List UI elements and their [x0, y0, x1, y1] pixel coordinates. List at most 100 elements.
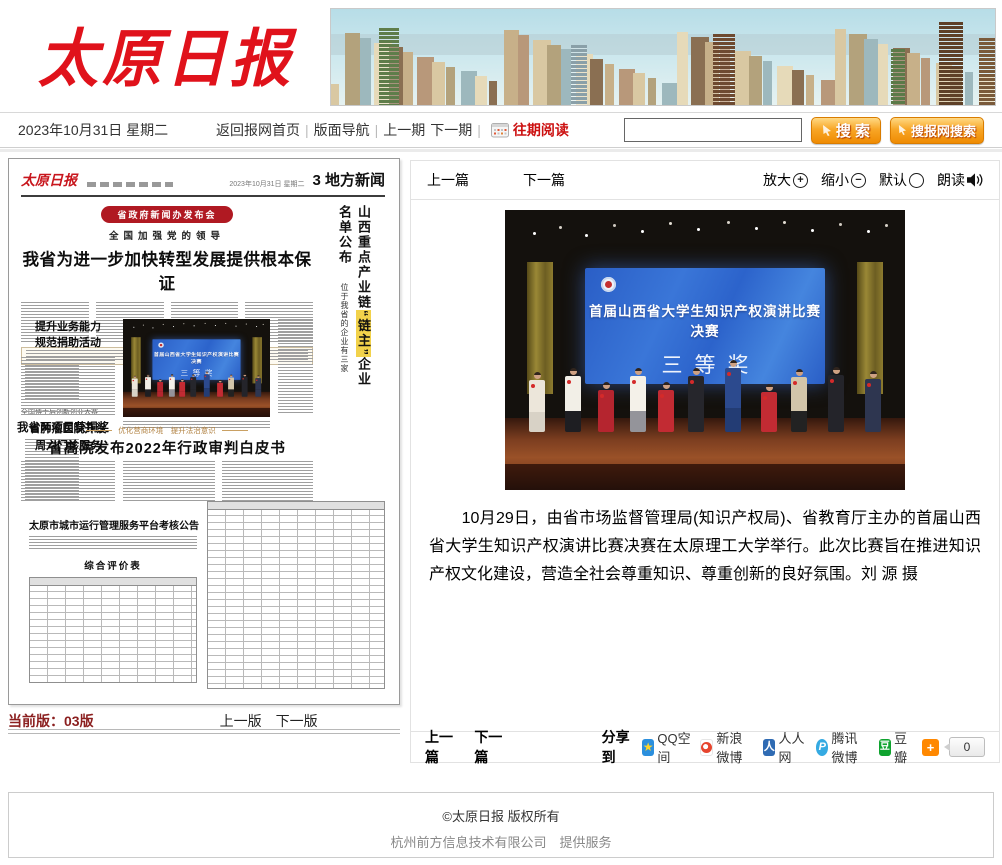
body-text-placeholder	[21, 461, 115, 503]
body-text-placeholder	[21, 357, 115, 415]
person-figure	[529, 372, 545, 432]
court-headline: 省高院发布2022年行政审判白皮书	[21, 437, 313, 458]
next-page-link[interactable]: 下一版	[276, 711, 318, 731]
speaker-icon	[967, 173, 983, 187]
zoom-in-control[interactable]: 放大+	[763, 170, 808, 190]
renren-label: 人人网	[778, 728, 807, 766]
lead-headline: 我省为进一步加快转型发展提供根本保证	[21, 246, 313, 294]
building-shape	[489, 81, 497, 105]
next-article-link-bottom[interactable]: 下一篇	[474, 727, 505, 767]
press-conference-badge: 省政府新闻办发布会	[101, 206, 232, 223]
building-shape	[835, 29, 846, 105]
building-shape	[360, 38, 371, 105]
next-article-link[interactable]: 下一篇	[523, 170, 565, 190]
person-figure	[145, 374, 151, 396]
person-figure	[791, 369, 807, 432]
paper-photo-thumbnail: 首届山西省大学生知识产权演讲比赛决赛 三等奖	[123, 319, 270, 417]
copyright-line: ©太原日报 版权所有	[9, 806, 993, 825]
article-body-text: 10月29日，由省市场监督管理局(知识产权局)、省教育厅主办的首届山西省大学生知…	[411, 495, 999, 589]
page-footer: ©太原日报 版权所有 杭州前方信息技术有限公司 提供服务	[8, 792, 994, 858]
court-body-columns	[123, 461, 313, 503]
building-shape	[590, 59, 603, 105]
paper-page-number: 3 地方新闻	[312, 169, 385, 190]
archive-link[interactable]: 往期阅读	[491, 120, 569, 140]
search-button[interactable]: 搜 索	[811, 117, 881, 144]
person-figure	[157, 379, 163, 397]
building-shape	[518, 35, 529, 105]
paper-issue-date: 2023年10月31日 星期二	[229, 179, 304, 189]
contestants-group	[505, 210, 905, 490]
building-shape	[345, 33, 360, 105]
share-tencent-weibo[interactable]: P腾讯微博	[816, 728, 870, 766]
biz-headline: 提升业务能力规范捐助活动	[21, 319, 115, 351]
landmark-building-shape	[939, 22, 963, 105]
zoom-in-label: 放大	[763, 170, 791, 190]
building-shape	[763, 61, 772, 105]
person-figure	[828, 367, 844, 432]
prev-issue-link[interactable]: 上一期	[383, 120, 425, 140]
building-shape	[864, 39, 878, 105]
share-more[interactable]: +	[922, 739, 939, 756]
paper-logo: 太原日报	[21, 170, 77, 190]
zoom-reset-label: 默认	[879, 170, 907, 190]
share-sina-weibo[interactable]: 新浪微博	[700, 728, 754, 766]
separator: |	[375, 122, 379, 138]
person-figure	[565, 368, 581, 432]
contestants-group	[123, 319, 270, 417]
share-count[interactable]: 0	[949, 737, 985, 757]
evaluation-table	[29, 577, 197, 683]
evaluation-table-title: 综合评价表	[29, 558, 197, 572]
home-link[interactable]: 返回报网首页	[216, 120, 300, 140]
person-figure	[217, 380, 223, 397]
search-input[interactable]	[624, 118, 802, 142]
next-issue-link[interactable]: 下一期	[430, 120, 472, 140]
building-shape	[677, 32, 688, 105]
building-shape	[648, 78, 656, 105]
building-shape	[504, 30, 519, 105]
person-figure	[204, 372, 210, 397]
double-rule	[8, 729, 400, 734]
sina-weibo-icon	[700, 739, 713, 756]
newspaper-page-thumbnail[interactable]: 太原日报 2023年10月31日 星期二 3 地方新闻 省政府新闻办发布会 全国…	[8, 158, 400, 705]
person-figure	[865, 371, 881, 432]
pointer-icon	[898, 125, 907, 135]
zoom-out-label: 缩小	[821, 170, 849, 190]
prev-article-link[interactable]: 上一篇	[427, 170, 469, 190]
article-photo: 首届山西省大学生知识产权演讲比赛决赛 三等奖	[123, 319, 270, 417]
qzone-label: QQ空间	[657, 728, 691, 766]
share-renren[interactable]: 人人人网	[763, 728, 807, 766]
article-photo: 首届山西省大学生知识产权演讲比赛决赛 三等奖	[505, 210, 905, 490]
article-panel: 上一篇 下一篇 放大+ 缩小− 默认 朗读 首届山西省大学生知识产权演讲比赛决赛…	[410, 160, 1000, 763]
share-douban[interactable]: 豆豆瓣	[879, 728, 913, 766]
city-skyline-banner	[330, 8, 996, 106]
building-shape	[921, 58, 930, 105]
person-figure	[132, 376, 138, 397]
body-text-placeholder	[29, 536, 197, 550]
building-shape	[662, 83, 677, 105]
current-page-row: 当前版：03版 上一版 下一版	[8, 711, 400, 731]
prev-page-link[interactable]: 上一版	[220, 711, 262, 731]
building-shape	[633, 73, 645, 105]
body-text-placeholder	[278, 319, 313, 415]
body-text-placeholder	[123, 461, 215, 503]
zoom-reset-control[interactable]: 默认	[879, 170, 924, 190]
court-kicker: 优化营商环境 提升法治意识	[51, 425, 283, 436]
vertical-headline: 山西重点产业链“链主”企业名单公布 位于我省的企业有三家	[335, 205, 373, 393]
calendar-icon	[491, 122, 509, 138]
layout-nav-link[interactable]: 版面导航	[314, 120, 370, 140]
zoom-out-control[interactable]: 缩小−	[821, 170, 866, 190]
person-figure	[255, 375, 261, 396]
photo-wrapper: 首届山西省大学生知识产权演讲比赛决赛 三等奖	[411, 200, 999, 495]
person-figure	[725, 360, 741, 432]
evaluation-table-right	[207, 501, 385, 689]
body-text-placeholder	[222, 461, 314, 503]
prev-article-link-bottom[interactable]: 上一篇	[425, 727, 456, 767]
read-aloud-control[interactable]: 朗读	[937, 170, 983, 190]
building-shape	[907, 53, 920, 105]
separator: |	[305, 122, 309, 138]
right-rail: 山西重点产业链“链主”企业名单公布 位于我省的企业有三家	[323, 205, 385, 393]
newspaper-logo: 太原日报	[10, 0, 322, 109]
share-qzone[interactable]: ★QQ空间	[642, 728, 691, 766]
person-figure	[242, 374, 248, 397]
site-search-button[interactable]: 搜报网搜索	[890, 117, 984, 144]
